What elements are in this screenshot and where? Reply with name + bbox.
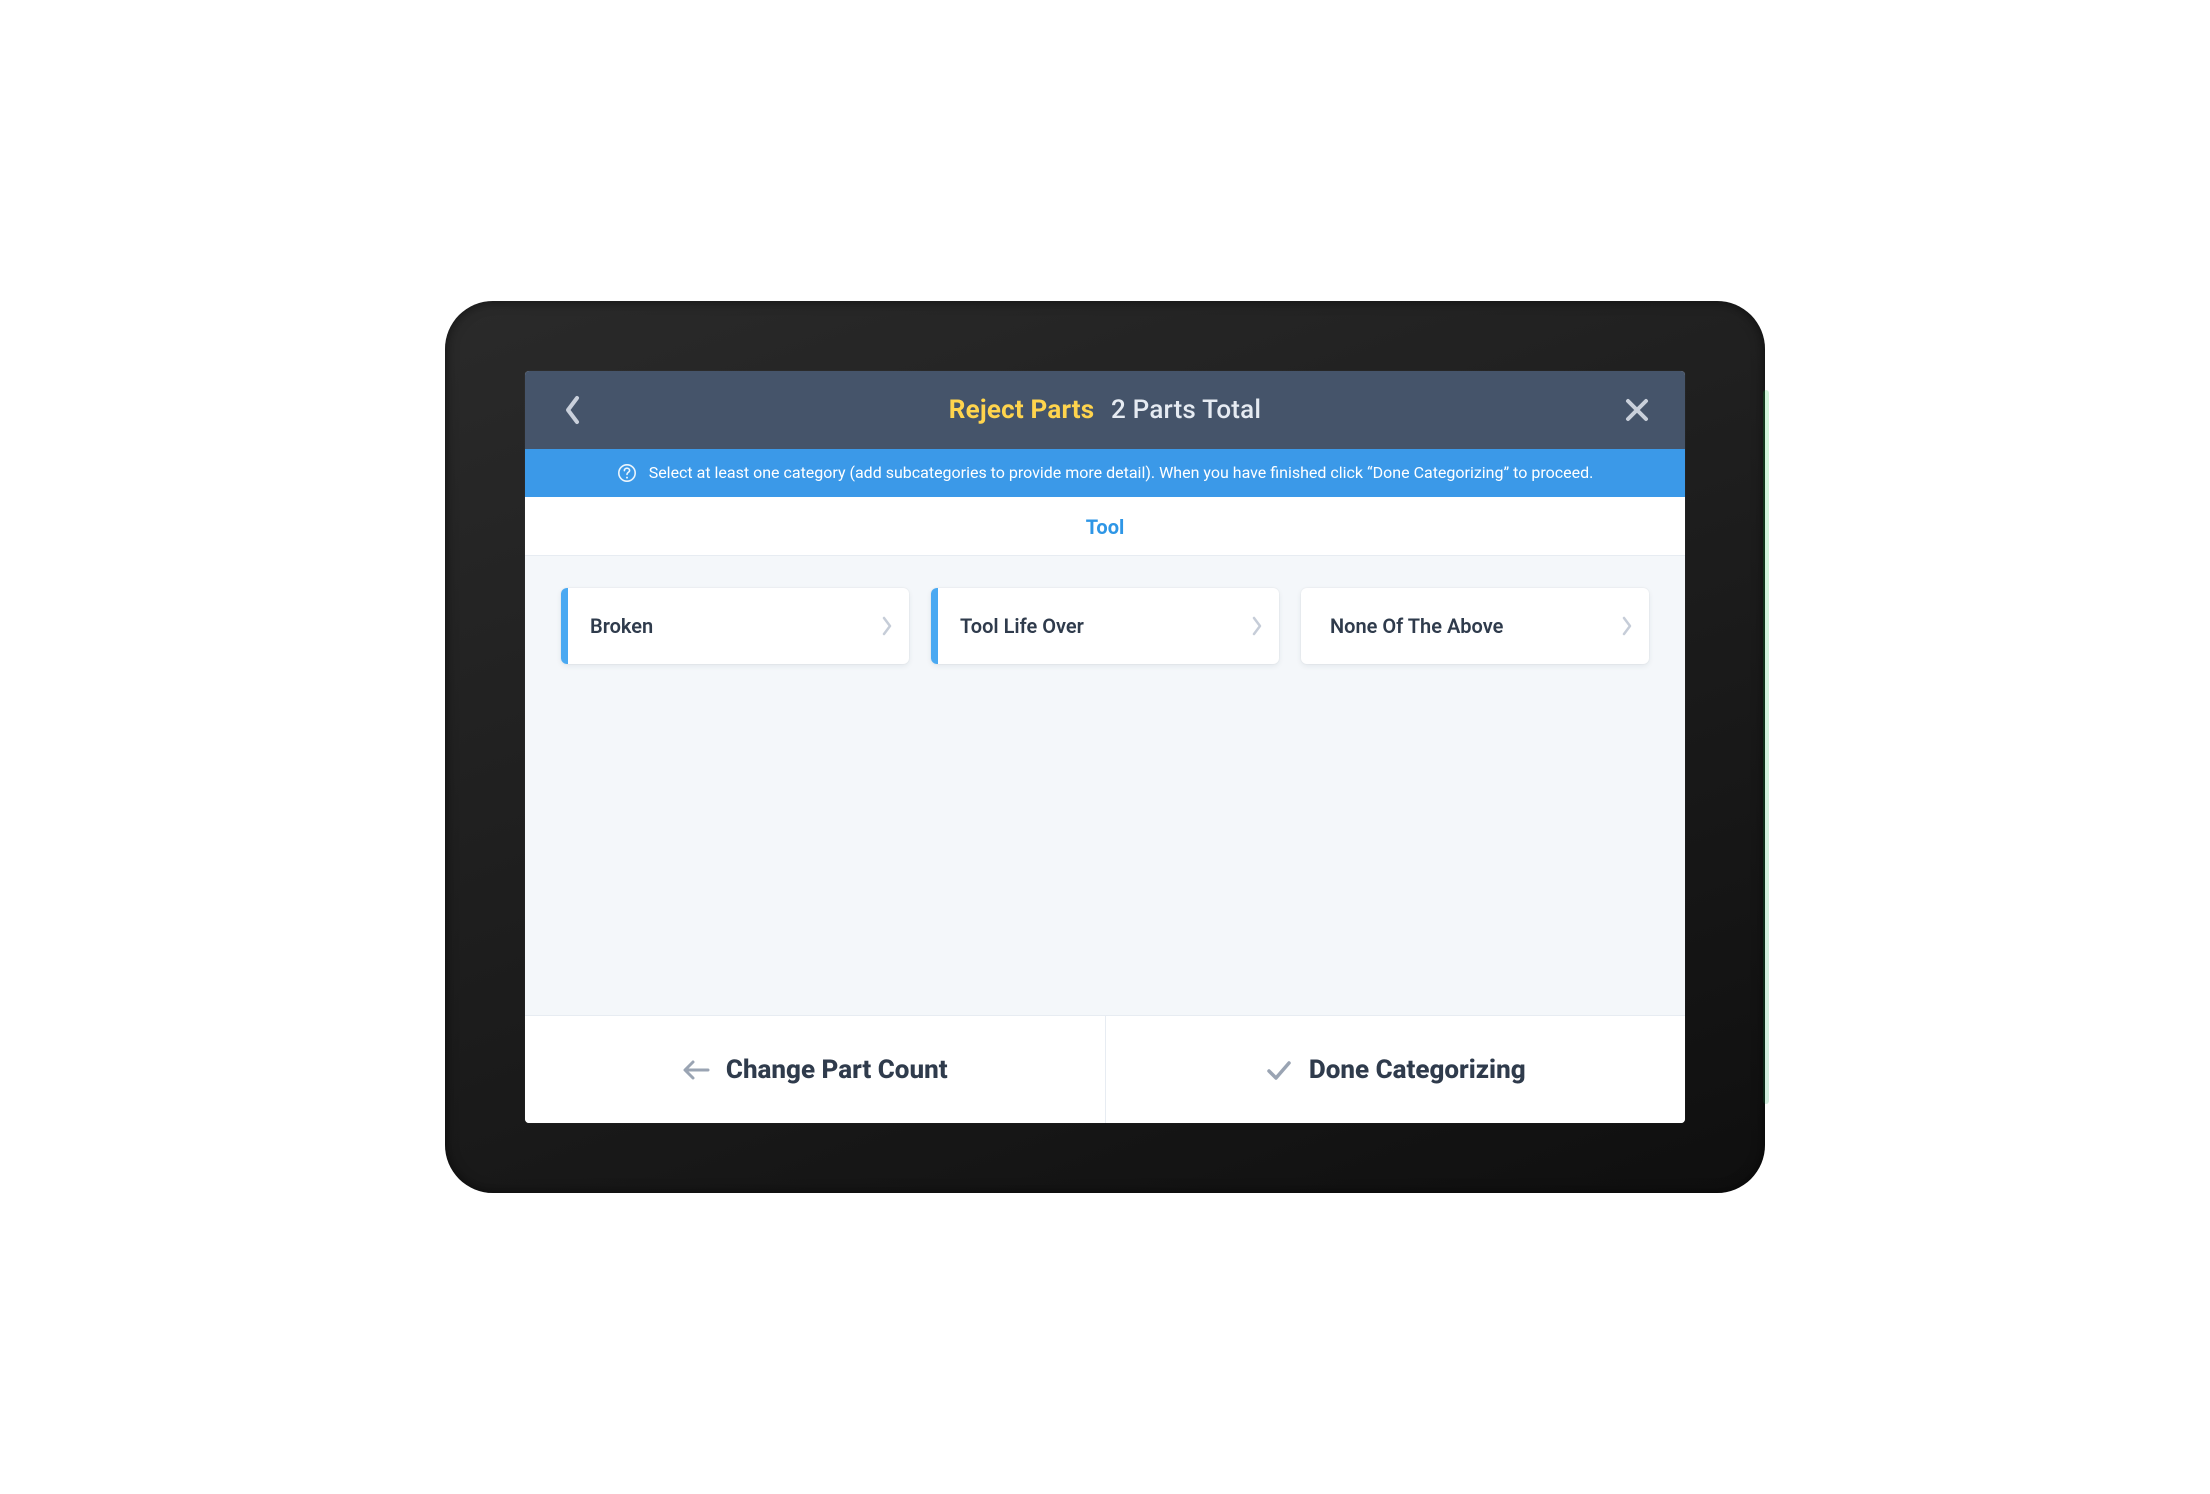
tablet-frame: Reject Parts 2 Parts Total Sele: [445, 301, 1765, 1193]
footer-bar: Change Part Count Done Categorizing: [525, 1015, 1685, 1123]
arrow-left-icon: [682, 1058, 710, 1082]
footer-left-label: Change Part Count: [726, 1055, 948, 1085]
close-button[interactable]: [1617, 390, 1657, 430]
change-part-count-button[interactable]: Change Part Count: [525, 1016, 1105, 1123]
chevron-right-icon: [865, 616, 909, 636]
header-bar: Reject Parts 2 Parts Total: [525, 371, 1685, 449]
close-icon: [1624, 397, 1650, 423]
help-icon: [617, 463, 637, 483]
option-accent: [561, 588, 568, 664]
option-broken[interactable]: Broken: [561, 588, 909, 664]
option-none-of-the-above[interactable]: None Of The Above: [1301, 588, 1649, 664]
chevron-right-icon: [1605, 616, 1649, 636]
done-categorizing-button[interactable]: Done Categorizing: [1105, 1016, 1686, 1123]
check-icon: [1265, 1058, 1293, 1082]
back-button[interactable]: [553, 390, 593, 430]
option-label: Tool Life Over: [938, 614, 1235, 638]
tab-tool[interactable]: Tool: [1086, 515, 1125, 539]
content-area: Broken Tool Life Over None Of The Above: [525, 556, 1685, 1015]
header-title-sub: 2 Parts Total: [1111, 395, 1261, 425]
option-label: Broken: [568, 614, 865, 638]
header-title-main: Reject Parts: [949, 395, 1095, 425]
option-tool-life-over[interactable]: Tool Life Over: [931, 588, 1279, 664]
option-accent: [1301, 588, 1308, 664]
info-banner-text: Select at least one category (add subcat…: [649, 463, 1594, 482]
option-accent: [931, 588, 938, 664]
option-card-row: Broken Tool Life Over None Of The Above: [561, 588, 1649, 664]
chevron-right-icon: [1235, 616, 1279, 636]
option-label: None Of The Above: [1308, 614, 1605, 638]
category-tab-row: Tool: [525, 497, 1685, 556]
header-title: Reject Parts 2 Parts Total: [593, 395, 1617, 425]
footer-right-label: Done Categorizing: [1309, 1055, 1526, 1085]
info-banner: Select at least one category (add subcat…: [525, 449, 1685, 497]
chevron-left-icon: [564, 395, 582, 425]
screen: Reject Parts 2 Parts Total Sele: [525, 371, 1685, 1123]
